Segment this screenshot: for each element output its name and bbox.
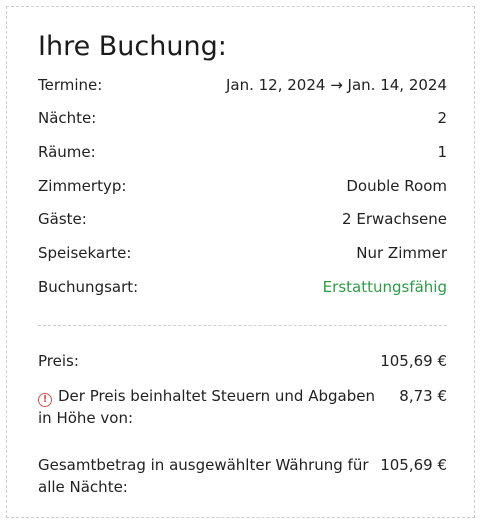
nights-value: 2 [437, 109, 447, 127]
alert-circle-icon: ! [38, 393, 52, 407]
row-dates: Termine: Jan. 12, 2024 → Jan. 14, 2024 [38, 74, 447, 96]
rooms-value: 1 [437, 143, 447, 161]
row-nights: Nächte: 2 [38, 107, 447, 129]
total-row: Gesamtbetrag in ausgewählter Währung für… [38, 454, 447, 498]
tax-label-container: ! Der Preis beinhaltet Steuern und Abgabe… [38, 385, 383, 429]
row-rooms: Räume: 1 [38, 141, 447, 163]
booking-type-value: Erstattungsfähig [322, 278, 447, 296]
total-value: 105,69 € [380, 456, 447, 474]
meal-plan-label: Speisekarte: [38, 244, 132, 262]
section-divider [38, 325, 447, 326]
price-row: Preis: 105,69 € [38, 350, 447, 372]
booking-type-label: Buchungsart: [38, 278, 139, 296]
meal-plan-value: Nur Zimmer [356, 244, 447, 262]
room-type-value: Double Room [346, 177, 447, 195]
nights-label: Nächte: [38, 109, 97, 127]
row-room-type: Zimmertyp: Double Room [38, 175, 447, 197]
guests-value: 2 Erwachsene [342, 210, 447, 228]
tax-row: ! Der Preis beinhaltet Steuern und Abgabe… [38, 385, 447, 429]
room-type-label: Zimmertyp: [38, 177, 127, 195]
guests-label: Gäste: [38, 210, 87, 228]
dates-label: Termine: [38, 76, 103, 94]
total-label: Gesamtbetrag in ausgewählter Währung für… [38, 456, 369, 496]
dates-value: Jan. 12, 2024 → Jan. 14, 2024 [225, 76, 447, 94]
rooms-label: Räume: [38, 143, 96, 161]
tax-label: Der Preis beinhaltet Steuern und Abgaben… [38, 387, 375, 427]
tax-value: 8,73 € [399, 387, 447, 405]
booking-title: Ihre Buchung: [38, 31, 227, 62]
row-meal-plan: Speisekarte: Nur Zimmer [38, 242, 447, 264]
price-value: 105,69 € [380, 352, 447, 370]
booking-summary-card: Ihre Buchung: Termine: Jan. 12, 2024 → J… [6, 6, 475, 518]
row-booking-type: Buchungsart: Erstattungsfähig [38, 276, 447, 298]
row-guests: Gäste: 2 Erwachsene [38, 208, 447, 230]
price-label: Preis: [38, 352, 79, 370]
